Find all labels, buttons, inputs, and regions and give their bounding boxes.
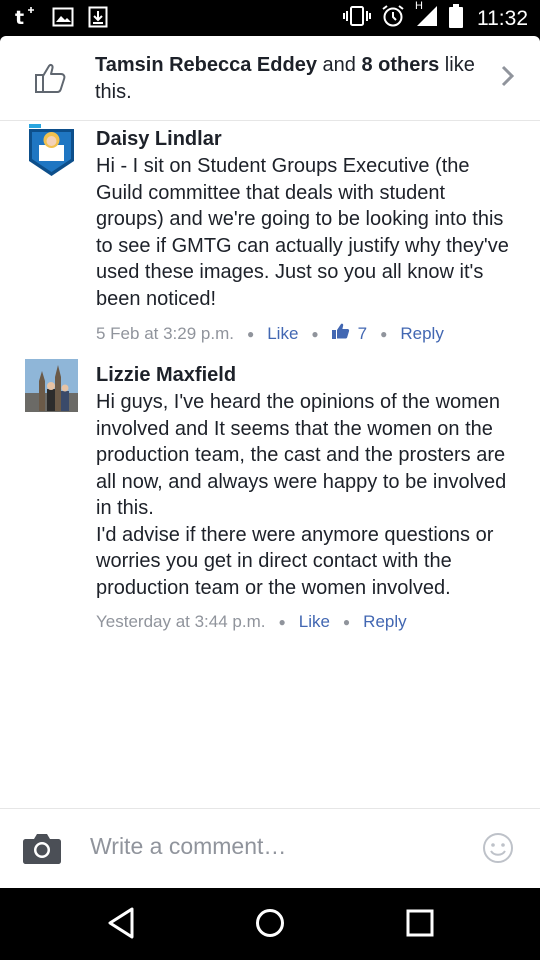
thumbs-up-icon	[34, 62, 68, 99]
like-button[interactable]: Like	[267, 324, 298, 344]
comment-timestamp: 5 Feb at 3:29 p.m.	[96, 323, 234, 343]
clock: 11:32	[477, 6, 528, 30]
comment-author[interactable]: Daisy Lindlar	[96, 126, 516, 152]
likes-text: Tamsin Rebecca Eddey and 8 others like t…	[95, 54, 475, 103]
comment-author[interactable]: Lizzie Maxfield	[96, 362, 516, 388]
alarm-icon	[381, 4, 405, 33]
comments-card: Tamsin Rebecca Eddey and 8 others like t…	[0, 36, 540, 888]
thumbs-up-small-icon	[331, 323, 350, 344]
signal-icon: H	[415, 0, 439, 33]
download-notification-icon	[88, 6, 108, 33]
reply-button[interactable]: Reply	[400, 324, 443, 344]
recent-apps-icon[interactable]	[405, 906, 435, 945]
navigation-bar	[0, 888, 540, 960]
emoji-icon[interactable]	[482, 832, 514, 869]
home-icon[interactable]	[254, 906, 286, 945]
battery-icon	[449, 4, 463, 33]
avatar[interactable]	[25, 123, 78, 176]
comment-timestamp: Yesterday at 3:44 p.m.	[96, 612, 266, 631]
comment-text: Hi guys, I've heard the opinions of the …	[96, 391, 507, 599]
reply-button[interactable]: Reply	[363, 612, 406, 632]
chevron-right-icon[interactable]	[500, 64, 516, 93]
tumblr-notification-icon: t	[14, 6, 38, 33]
comment-text: Hi - I sit on Student Groups Executive (…	[96, 155, 509, 310]
liker-name[interactable]: Tamsin Rebecca Eddey	[95, 54, 317, 76]
comment-composer	[0, 808, 540, 888]
like-count[interactable]: 7	[331, 323, 367, 344]
svg-text:t: t	[15, 7, 24, 28]
likes-summary-row[interactable]: Tamsin Rebecca Eddey and 8 others like t…	[0, 36, 540, 121]
comment-meta: Yesterday at 3:44 p.m. ● Like ● Reply	[96, 612, 407, 632]
comment-input[interactable]	[90, 833, 450, 860]
back-icon[interactable]	[106, 906, 136, 945]
others-count[interactable]: 8 others	[361, 54, 439, 76]
vibrate-icon	[343, 5, 371, 32]
camera-icon[interactable]	[22, 831, 62, 870]
avatar[interactable]	[25, 359, 78, 412]
status-bar: t H 11:32	[0, 0, 540, 36]
comment-meta: 5 Feb at 3:29 p.m. ● Like ● 7 ● Reply	[96, 323, 444, 344]
image-notification-icon	[52, 7, 74, 32]
like-button[interactable]: Like	[299, 612, 330, 632]
